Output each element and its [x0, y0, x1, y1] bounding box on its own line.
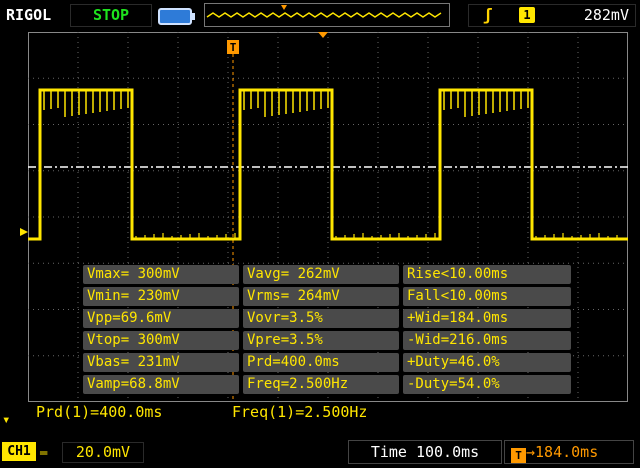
- measurement-cell: Prd=400.0ms: [243, 353, 399, 372]
- measurement-panel: Vmax= 300mV Vavg= 262mV Rise<10.00ms Vmin= …: [83, 265, 571, 397]
- measurement-cell: Rise<10.00ms: [403, 265, 571, 284]
- time-label: Time: [370, 443, 407, 461]
- trigger-offset-icon: T: [511, 448, 526, 463]
- measurement-cell: -Duty=54.0%: [403, 375, 571, 394]
- trigger-offset-value: 184.0ms: [535, 443, 599, 461]
- trigger-level-value: 282mV: [583, 6, 629, 24]
- timebase-control[interactable]: Time 100.0ms: [348, 440, 502, 464]
- measurement-cell: +Wid=184.0ms: [403, 309, 571, 328]
- measurement-cell: Vbas= 231mV: [83, 353, 239, 372]
- horizontal-offset-marker-icon: [318, 32, 328, 38]
- frequency-readout: Freq(1)=2.500Hz: [232, 403, 368, 421]
- trigger-settings[interactable]: ʃ 1 282mV: [468, 4, 636, 27]
- brand-logo: RIGOL: [6, 6, 52, 24]
- rising-edge-icon: ʃ: [483, 5, 493, 24]
- trigger-source-badge: 1: [519, 7, 535, 23]
- measurement-cell: Vamp=68.8mV: [83, 375, 239, 394]
- ch1-badge[interactable]: CH1: [2, 442, 36, 461]
- period-readout: Prd(1)=400.0ms: [36, 403, 163, 421]
- measurement-cell: Vpre=3.5%: [243, 331, 399, 350]
- battery-icon: [158, 8, 195, 25]
- left-markers: [20, 228, 28, 236]
- volts-per-div[interactable]: 20.0mV: [62, 442, 144, 463]
- dc-coupling-icon: ═: [40, 446, 48, 460]
- marker-icon: ▾: [2, 412, 11, 428]
- measurement-cell: Vmin= 230mV: [83, 287, 239, 306]
- memory-depth-strip[interactable]: [204, 3, 450, 27]
- measurement-cell: +Duty=46.0%: [403, 353, 571, 372]
- measurement-cell: Fall<10.00ms: [403, 287, 571, 306]
- measurement-cell: Vrms= 264mV: [243, 287, 399, 306]
- measurement-cell: Vtop= 300mV: [83, 331, 239, 350]
- measurement-cell: Vmax= 300mV: [83, 265, 239, 284]
- ch1-ground-marker-icon: [20, 228, 28, 236]
- time-div-value: 100.0ms: [415, 443, 480, 461]
- measurement-cell: Freq=2.500Hz: [243, 375, 399, 394]
- arrow-right-icon: →: [526, 443, 536, 461]
- measurement-cell: Vovr=3.5%: [243, 309, 399, 328]
- waveform-preview: [206, 5, 442, 18]
- measurement-cell: Vpp=69.6mV: [83, 309, 239, 328]
- trigger-marker-letter: T: [230, 41, 237, 54]
- run-stop-status[interactable]: STOP: [70, 4, 152, 27]
- top-bar: RIGOL STOP ʃ 1 282mV: [0, 0, 640, 30]
- trigger-position-marker-icon: [281, 5, 287, 10]
- measurement-cell: Vavg= 262mV: [243, 265, 399, 284]
- trigger-offset-control[interactable]: T →184.0ms: [504, 440, 634, 464]
- measurement-cell: -Wid=216.0ms: [403, 331, 571, 350]
